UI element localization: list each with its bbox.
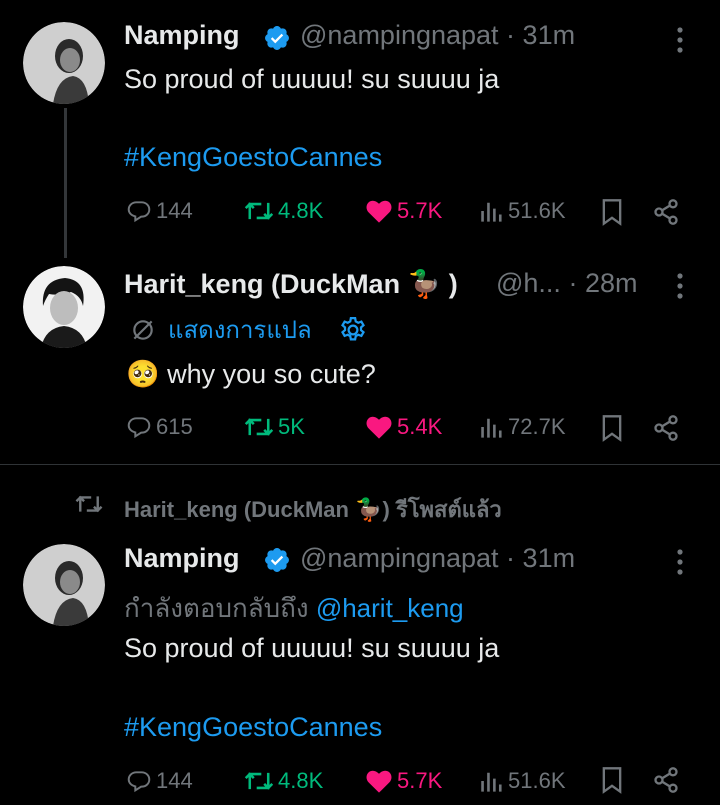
bookmark-icon[interactable] <box>600 414 624 442</box>
tweet2-retweet-count: 5K <box>278 414 305 439</box>
views-icon <box>481 772 502 792</box>
share-icon[interactable] <box>652 766 680 794</box>
tweet2-author-name-close: ) <box>448 269 458 299</box>
more-options-icon[interactable] <box>676 26 684 54</box>
bookmark-icon[interactable] <box>600 198 624 226</box>
replying-to-line: กำลังตอบกลับถึง @harit_keng <box>124 588 464 629</box>
tweet2-retweet-button[interactable]: 5K <box>244 414 305 440</box>
avatar-harit-keng[interactable] <box>23 266 105 348</box>
tweet1-views-button[interactable]: 51.6K <box>480 198 566 224</box>
tweet3-retweet-count: 4.8K <box>278 768 324 793</box>
reposted-suffix: ) รีโพสต์แล้ว <box>382 497 502 522</box>
tweet1-like-button[interactable]: 5.7K <box>365 198 442 224</box>
tweet3-time[interactable]: 31m <box>523 543 576 573</box>
gear-icon[interactable] <box>338 315 368 345</box>
replying-to-label: กำลังตอบกลับถึง <box>124 593 309 623</box>
tweet1-text: So proud of uuuuu! su suuuu ja <box>124 64 500 94</box>
heart-icon <box>366 200 392 223</box>
tweet2-reply-count: 615 <box>156 414 193 439</box>
tweet3-hashtag[interactable]: #KengGoestoCannes <box>124 712 382 743</box>
share-icon[interactable] <box>652 198 680 226</box>
tweet3-reply-button[interactable]: 144 <box>126 768 193 794</box>
tweet2-view-count: 72.7K <box>508 414 566 439</box>
tweet3-view-count: 51.6K <box>508 768 566 793</box>
reposted-by-label[interactable]: Harit_keng (DuckMan 🦆) รีโพสต์แล้ว <box>124 492 502 527</box>
tweet2-like-button[interactable]: 5.4K <box>365 414 442 440</box>
tweet3-retweet-button[interactable]: 4.8K <box>244 768 323 794</box>
reply-icon <box>127 201 151 223</box>
tweet1-handle[interactable]: @nampingnapat · 31m <box>300 20 575 51</box>
verified-badge-icon <box>265 26 289 50</box>
tweet-divider <box>0 464 720 465</box>
translate-label[interactable]: แสดงการแปล <box>168 310 312 349</box>
tweet1-time[interactable]: 31m <box>523 20 576 50</box>
tweet2-author-name[interactable]: Harit_keng (DuckMan 🦆 ) <box>124 268 458 300</box>
pleading-face-emoji: 🥺 <box>126 359 160 389</box>
heart-icon <box>366 770 392 793</box>
tweet3-text: So proud of uuuuu! su suuuu ja <box>124 633 500 663</box>
views-icon <box>481 202 502 222</box>
duck-emoji: 🦆 <box>355 497 383 522</box>
more-options-icon[interactable] <box>676 548 684 576</box>
tweet1-retweet-button[interactable]: 4.8K <box>244 198 323 224</box>
tweet1-reply-count: 144 <box>156 198 193 223</box>
avatar-namping[interactable] <box>23 544 105 626</box>
tweet3-reply-count: 144 <box>156 768 193 793</box>
tweet2-like-count: 5.4K <box>397 414 443 439</box>
translate-off-icon <box>133 319 153 340</box>
tweet3-like-count: 5.7K <box>397 768 443 793</box>
translate-link[interactable]: แสดงการแปล <box>130 310 368 349</box>
retweet-icon <box>75 495 103 513</box>
views-icon <box>481 418 502 438</box>
tweet3-author-name[interactable]: Namping <box>124 543 240 574</box>
verified-badge-icon <box>265 548 289 572</box>
tweet1-view-count: 51.6K <box>508 198 566 223</box>
tweet1-author-name[interactable]: Namping <box>124 20 240 51</box>
more-options-icon[interactable] <box>676 272 684 300</box>
tweet3-handle[interactable]: @nampingnapat · 31m <box>300 543 575 574</box>
duck-emoji: 🦆 <box>407 269 442 299</box>
thread-connector <box>64 108 67 258</box>
reply-icon <box>127 771 151 793</box>
tweet2-time[interactable]: 28m <box>585 268 638 298</box>
tweet2-author-name-text[interactable]: Harit_keng (DuckMan <box>124 269 400 299</box>
tweet2-handle[interactable]: @h... · 28m <box>496 268 637 299</box>
reposted-by-name[interactable]: Harit_keng (DuckMan <box>124 497 349 522</box>
tweet1-retweet-count: 4.8K <box>278 198 324 223</box>
tweet2-views-button[interactable]: 72.7K <box>480 414 566 440</box>
tweet1-handle-text[interactable]: @nampingnapat <box>300 20 499 50</box>
reply-icon <box>127 417 151 439</box>
tweet1-hashtag[interactable]: #KengGoestoCannes <box>124 142 382 173</box>
share-icon[interactable] <box>652 414 680 442</box>
tweet2-handle-text[interactable]: @h... <box>496 268 561 298</box>
heart-icon <box>366 416 392 439</box>
retweet-icon <box>244 418 274 436</box>
tweet3-handle-text[interactable]: @nampingnapat <box>300 543 499 573</box>
tweet2-text: 🥺 why you so cute? <box>126 358 376 390</box>
tweet1-reply-button[interactable]: 144 <box>126 198 193 224</box>
retweet-icon <box>244 772 274 790</box>
tweet2-reply-button[interactable]: 615 <box>126 414 193 440</box>
tweet1-like-count: 5.7K <box>397 198 443 223</box>
replying-to-mention[interactable]: @harit_keng <box>316 593 464 623</box>
tweet3-like-button[interactable]: 5.7K <box>365 768 442 794</box>
retweet-icon <box>244 202 274 220</box>
tweet2-text-body: why you so cute? <box>167 359 376 389</box>
bookmark-icon[interactable] <box>600 766 624 794</box>
tweet3-views-button[interactable]: 51.6K <box>480 768 566 794</box>
avatar-namping[interactable] <box>23 22 105 104</box>
